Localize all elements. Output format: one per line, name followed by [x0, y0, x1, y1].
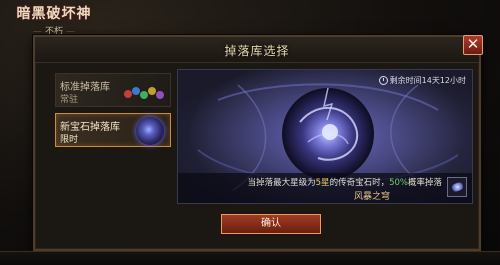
- loot-pool-subtitle: 常驻: [60, 95, 79, 105]
- desc-part2: 的传奇宝石时，: [329, 178, 390, 188]
- dialog-title-bar: 掉落库选择: [35, 37, 479, 63]
- loot-pool-name: 标准掉落库: [60, 82, 110, 93]
- desc-part3: 概率掉落: [407, 178, 442, 188]
- drop-description-bar: 当掉落最大星级为5星的传奇宝石时，50%概率掉落 风暴之穹: [178, 173, 472, 203]
- loot-pool-list: 标准掉落库 常驻 新宝石掉落库 限时: [55, 73, 171, 203]
- desc-percent: 50%: [389, 178, 408, 188]
- game-logo: 暗黑破坏神 不朽: [4, 3, 104, 37]
- gem-name: 风暴之穹: [353, 192, 390, 202]
- gems-icon: [124, 87, 164, 99]
- close-icon: ✕: [466, 35, 480, 53]
- gem-icon[interactable]: [447, 177, 467, 197]
- desc-part1: 当掉落最大星级为: [247, 178, 316, 188]
- remaining-time: 剩余时间14天12小时: [378, 74, 466, 87]
- loot-pool-item-standard[interactable]: 标准掉落库 常驻: [55, 73, 171, 107]
- orb-icon: [136, 117, 164, 145]
- logo-title: 暗黑破坏神: [16, 6, 92, 22]
- loot-preview: 剩余时间14天12小时 当掉落最大星级为5星的传奇宝石时，50%概率掉落 风暴之…: [177, 69, 473, 204]
- loot-pool-dialog: 掉落库选择 ✕ 标准掉落库 常驻 新宝石掉落库 限时 剩余时间14天12小时 当…: [33, 35, 483, 251]
- bottom-bar: [0, 251, 500, 265]
- desc-star: 5星: [315, 178, 330, 188]
- loot-pool-name: 新宝石掉落库: [60, 122, 120, 133]
- loot-pool-subtitle: 限时: [60, 135, 79, 145]
- confirm-button[interactable]: 确认: [221, 214, 321, 234]
- loot-pool-item-new-gem[interactable]: 新宝石掉落库 限时: [55, 113, 171, 147]
- clock-icon: [378, 76, 388, 85]
- drop-description: 当掉落最大星级为5星的传奇宝石时，50%概率掉落: [248, 176, 442, 188]
- close-button[interactable]: ✕: [463, 35, 483, 55]
- remaining-time-text: 剩余时间14天12小时: [389, 76, 466, 85]
- dialog-title: 掉落库选择: [224, 44, 290, 58]
